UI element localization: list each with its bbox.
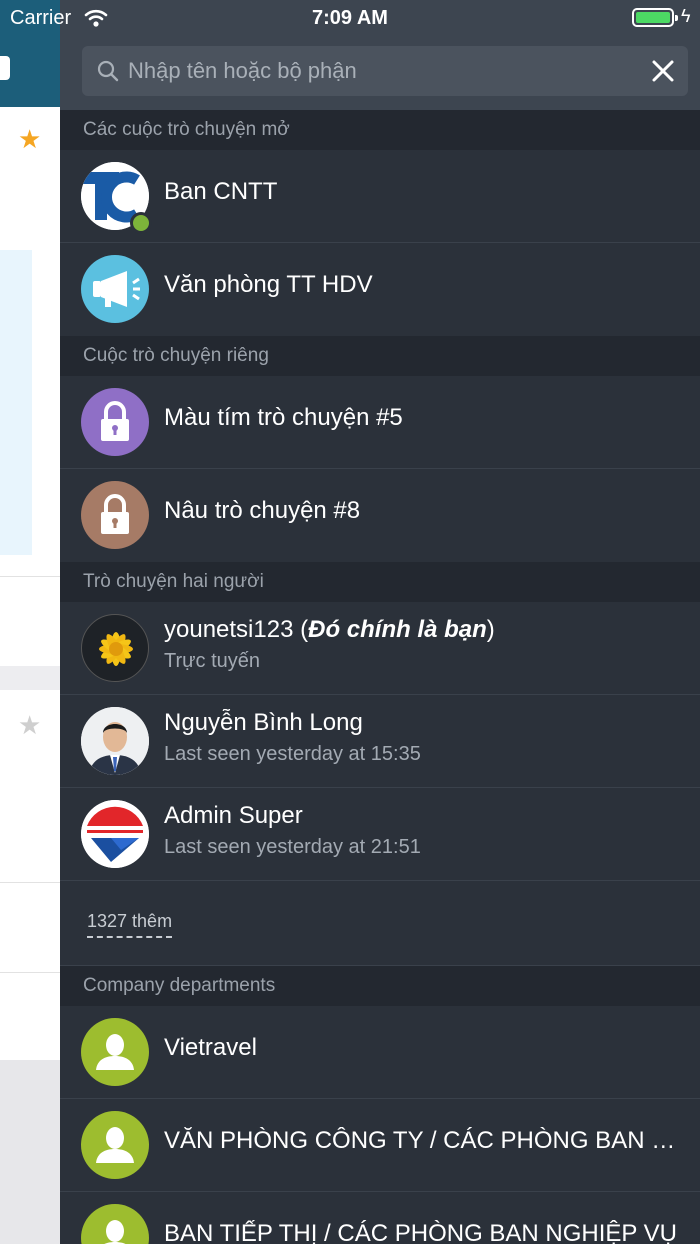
- chat-row-van-phong-tt-hdv[interactable]: Văn phòng TT HDV: [60, 243, 700, 336]
- department-row-vietravel[interactable]: Vietravel: [60, 1006, 700, 1099]
- chat-status: Trực tuyến: [164, 650, 261, 672]
- department-row-van-phong-cong-ty[interactable]: VĂN PHÒNG CÔNG TY / CÁC PHÒNG BAN NGHIỆP…: [60, 1099, 700, 1192]
- chat-title: Ban CNTT: [164, 178, 278, 205]
- self-label: Đó chính là bạn: [308, 616, 487, 643]
- avatar: [81, 614, 149, 682]
- chat-title: younetsi123 (Đó chính là bạn): [164, 616, 495, 643]
- chat-title: Nâu trò chuyện #8: [164, 497, 361, 524]
- avatar: [81, 707, 149, 775]
- flower-avatar-icon: [99, 632, 133, 666]
- divider: [0, 972, 60, 973]
- avatar: [81, 481, 149, 549]
- chat-row-ban-cntt[interactable]: Ban CNTT: [60, 150, 700, 243]
- user-icon: [104, 1220, 126, 1244]
- chat-row-nau[interactable]: Nâu trò chuyện #8: [60, 469, 700, 562]
- chat-title: Admin Super: [164, 802, 303, 829]
- battery-icon: [632, 8, 678, 27]
- lock-icon: [101, 401, 129, 441]
- vietravel-logo-icon: [81, 800, 149, 868]
- username: younetsi123: [164, 616, 294, 643]
- divider: [0, 576, 60, 577]
- online-badge-icon: [130, 212, 152, 234]
- chat-title: Màu tím trò chuyện #5: [164, 404, 403, 431]
- star-filled-icon: ★: [18, 124, 42, 154]
- section-header-private-chats: Cuộc trò chuyện riêng: [60, 336, 700, 376]
- charging-bolt-icon: ϟ: [681, 6, 691, 26]
- section-header-dialogs: Trò chuyện hai người: [60, 562, 700, 602]
- person-photo-icon: [81, 707, 149, 775]
- search-icon: [97, 60, 119, 82]
- chat-row-nguyen-binh-long[interactable]: Nguyễn Bình Long Last seen yesterday at …: [60, 695, 700, 788]
- chat-title: Văn phòng TT HDV: [164, 271, 373, 298]
- department-title: VĂN PHÒNG CÔNG TY / CÁC PHÒNG BAN NGHIỆP…: [164, 1127, 679, 1154]
- background-divider-band: [0, 666, 60, 690]
- chat-row-mau-tim[interactable]: Màu tím trò chuyện #5: [60, 376, 700, 469]
- search-input[interactable]: [128, 46, 628, 96]
- section-header-open-chats: Các cuộc trò chuyện mở: [60, 110, 700, 150]
- avatar: [81, 388, 149, 456]
- avatar: [81, 800, 149, 868]
- department-row-ban-tiep-thi[interactable]: BAN TIẾP THỊ / CÁC PHÒNG BAN NGHIỆP VỤ: [60, 1192, 700, 1244]
- avatar: [81, 1111, 149, 1179]
- megaphone-icon: [93, 271, 140, 307]
- department-title: BAN TIẾP THỊ / CÁC PHÒNG BAN NGHIỆP VỤ: [164, 1220, 678, 1244]
- section-header-departments: Company departments: [60, 966, 700, 1006]
- avatar: [81, 255, 149, 323]
- chat-status: Last seen yesterday at 21:51: [164, 836, 421, 858]
- chat-icon: [0, 56, 10, 80]
- chat-row-admin-super[interactable]: Admin Super Last seen yesterday at 21:51: [60, 788, 700, 881]
- chat-title: Nguyễn Bình Long: [164, 709, 363, 736]
- clock: 7:09 AM: [312, 7, 388, 29]
- chat-list: Các cuộc trò chuyện mở Ban CNTT Văn phòn…: [60, 110, 700, 1244]
- star-outline-icon: ★: [18, 710, 42, 740]
- more-row: 1327 thêm: [60, 881, 700, 966]
- lock-icon: [101, 494, 129, 534]
- divider: [0, 882, 60, 883]
- avatar: [81, 1204, 149, 1244]
- background-panel: [0, 250, 32, 555]
- background-footer: [0, 1060, 60, 1244]
- search-box[interactable]: [82, 46, 688, 96]
- background-app: ★ ★: [0, 0, 60, 1244]
- department-title: Vietravel: [164, 1034, 257, 1061]
- chat-row-younetsi123[interactable]: younetsi123 (Đó chính là bạn) Trực tuyến: [60, 602, 700, 695]
- avatar: [81, 1018, 149, 1086]
- chat-drawer: Các cuộc trò chuyện mở Ban CNTT: [60, 0, 700, 1244]
- user-icon: [96, 1127, 134, 1163]
- status-bar: Carrier 7:09 AM ϟ: [0, 0, 700, 36]
- close-icon[interactable]: [650, 58, 676, 84]
- chat-status: Last seen yesterday at 15:35: [164, 743, 421, 765]
- user-icon: [96, 1034, 134, 1070]
- show-more-link[interactable]: 1327 thêm: [87, 911, 173, 938]
